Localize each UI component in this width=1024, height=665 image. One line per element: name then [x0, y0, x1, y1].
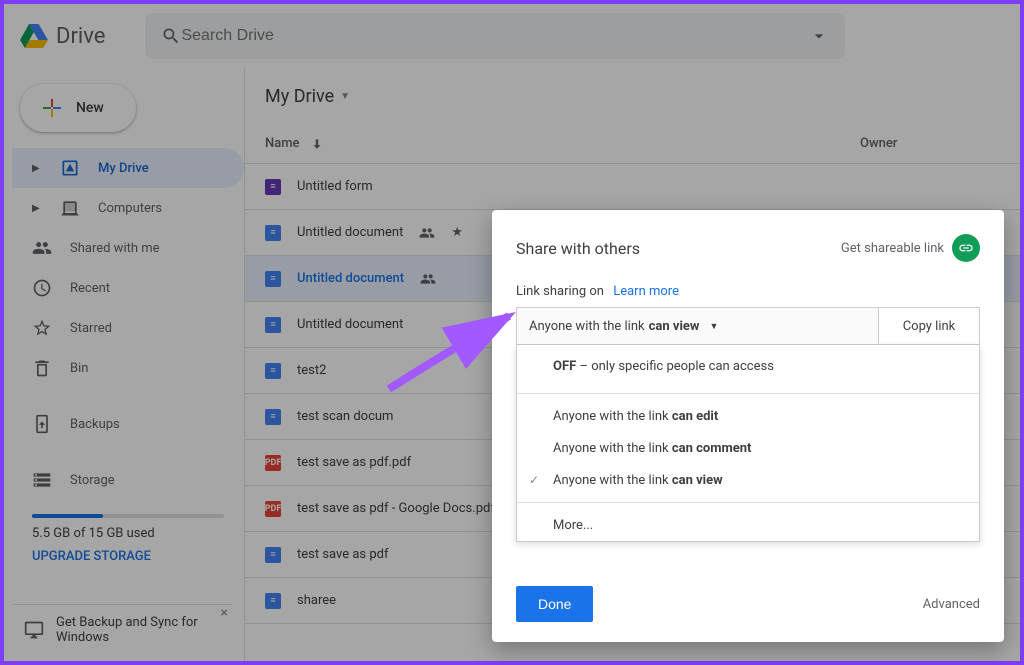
sharing-label: Link sharing on [516, 284, 604, 299]
opt-bold: can comment [672, 441, 752, 456]
opt-off-bold: OFF [553, 359, 576, 374]
get-shareable-link[interactable]: Get shareable link [841, 241, 944, 256]
opt-off-rest: – only specific people can access [576, 359, 774, 374]
opt-prefix: Anyone with the link [553, 409, 672, 424]
done-button[interactable]: Done [516, 586, 593, 622]
link-sharing-status: Link sharing on Learn more [516, 284, 980, 299]
link-permission-row: Anyone with the link can view ▼ Copy lin… [516, 307, 980, 345]
opt-bold: can view [672, 473, 723, 488]
selector-prefix: Anyone with the link [529, 319, 645, 334]
link-icon[interactable] [952, 234, 980, 262]
dialog-title: Share with others [516, 239, 640, 258]
opt-prefix: Anyone with the link [553, 441, 672, 456]
opt-prefix: Anyone with the link [553, 473, 672, 488]
option-off[interactable]: OFF – only specific people can access [517, 345, 979, 387]
opt-bold: can edit [672, 409, 718, 424]
option-can-comment[interactable]: Anyone with the link can comment [517, 432, 979, 464]
copy-link-button[interactable]: Copy link [879, 308, 979, 344]
advanced-link[interactable]: Advanced [923, 597, 980, 612]
permission-selector[interactable]: Anyone with the link can view ▼ [517, 308, 879, 344]
option-can-view[interactable]: Anyone with the link can view [517, 464, 979, 496]
share-dialog: Share with others Get shareable link Lin… [492, 210, 1004, 642]
learn-more-link[interactable]: Learn more [613, 284, 679, 299]
option-can-edit[interactable]: Anyone with the link can edit [517, 400, 979, 432]
selector-value: can view [649, 319, 700, 334]
permission-dropdown: OFF – only specific people can access An… [516, 345, 980, 542]
chevron-down-icon: ▼ [709, 321, 718, 332]
option-more[interactable]: More... [517, 509, 979, 541]
